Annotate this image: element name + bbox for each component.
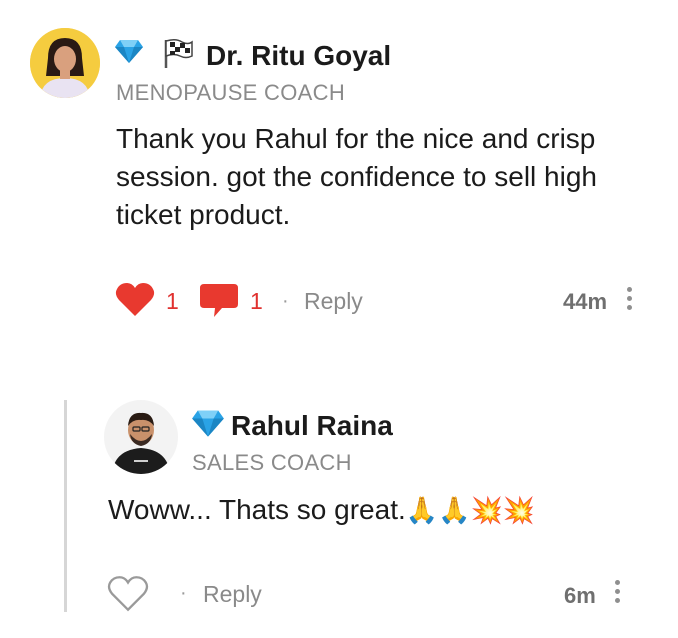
diamond-icon [191, 408, 225, 438]
reply-text: Woww... Thats so great.🙏🙏💥💥 [108, 491, 535, 529]
speech-bubble-icon [200, 284, 238, 317]
checkered-flag-icon [160, 36, 194, 70]
comment-text: Thank you Rahul for the nice and crisp s… [116, 123, 597, 230]
like-button[interactable] [114, 282, 156, 318]
comment-author-name[interactable]: Dr. Ritu Goyal [206, 40, 391, 72]
separator-dot: · [282, 290, 289, 312]
diamond-icon [114, 38, 144, 64]
reply-text-body: Woww... Thats so great. [108, 494, 406, 525]
thread-line [64, 400, 67, 612]
comment-author-role: MENOPAUSE COACH [116, 80, 346, 105]
avatar-rahul-raina[interactable] [104, 400, 178, 474]
heart-outline-icon [107, 576, 149, 612]
more-options-icon[interactable] [612, 580, 622, 603]
like-button[interactable] [106, 575, 150, 613]
reply-button[interactable]: Reply [304, 288, 363, 315]
comment-bubble-button[interactable] [198, 282, 240, 320]
separator-dot: · [180, 582, 187, 604]
reply-count: 1 [250, 288, 263, 314]
comment-timestamp: 44m [563, 289, 608, 314]
more-options-icon[interactable] [624, 287, 634, 310]
reply-emoji: 🙏🙏💥💥 [405, 495, 536, 525]
reply-author-name[interactable]: Rahul Raina [231, 410, 393, 442]
avatar-ritu-goyal[interactable] [30, 28, 100, 98]
reply-timestamp: 6m [564, 583, 596, 608]
reply-button[interactable]: Reply [203, 581, 262, 608]
reply-author-role: SALES COACH [192, 450, 352, 475]
like-count: 1 [166, 288, 179, 314]
heart-icon [115, 283, 155, 316]
